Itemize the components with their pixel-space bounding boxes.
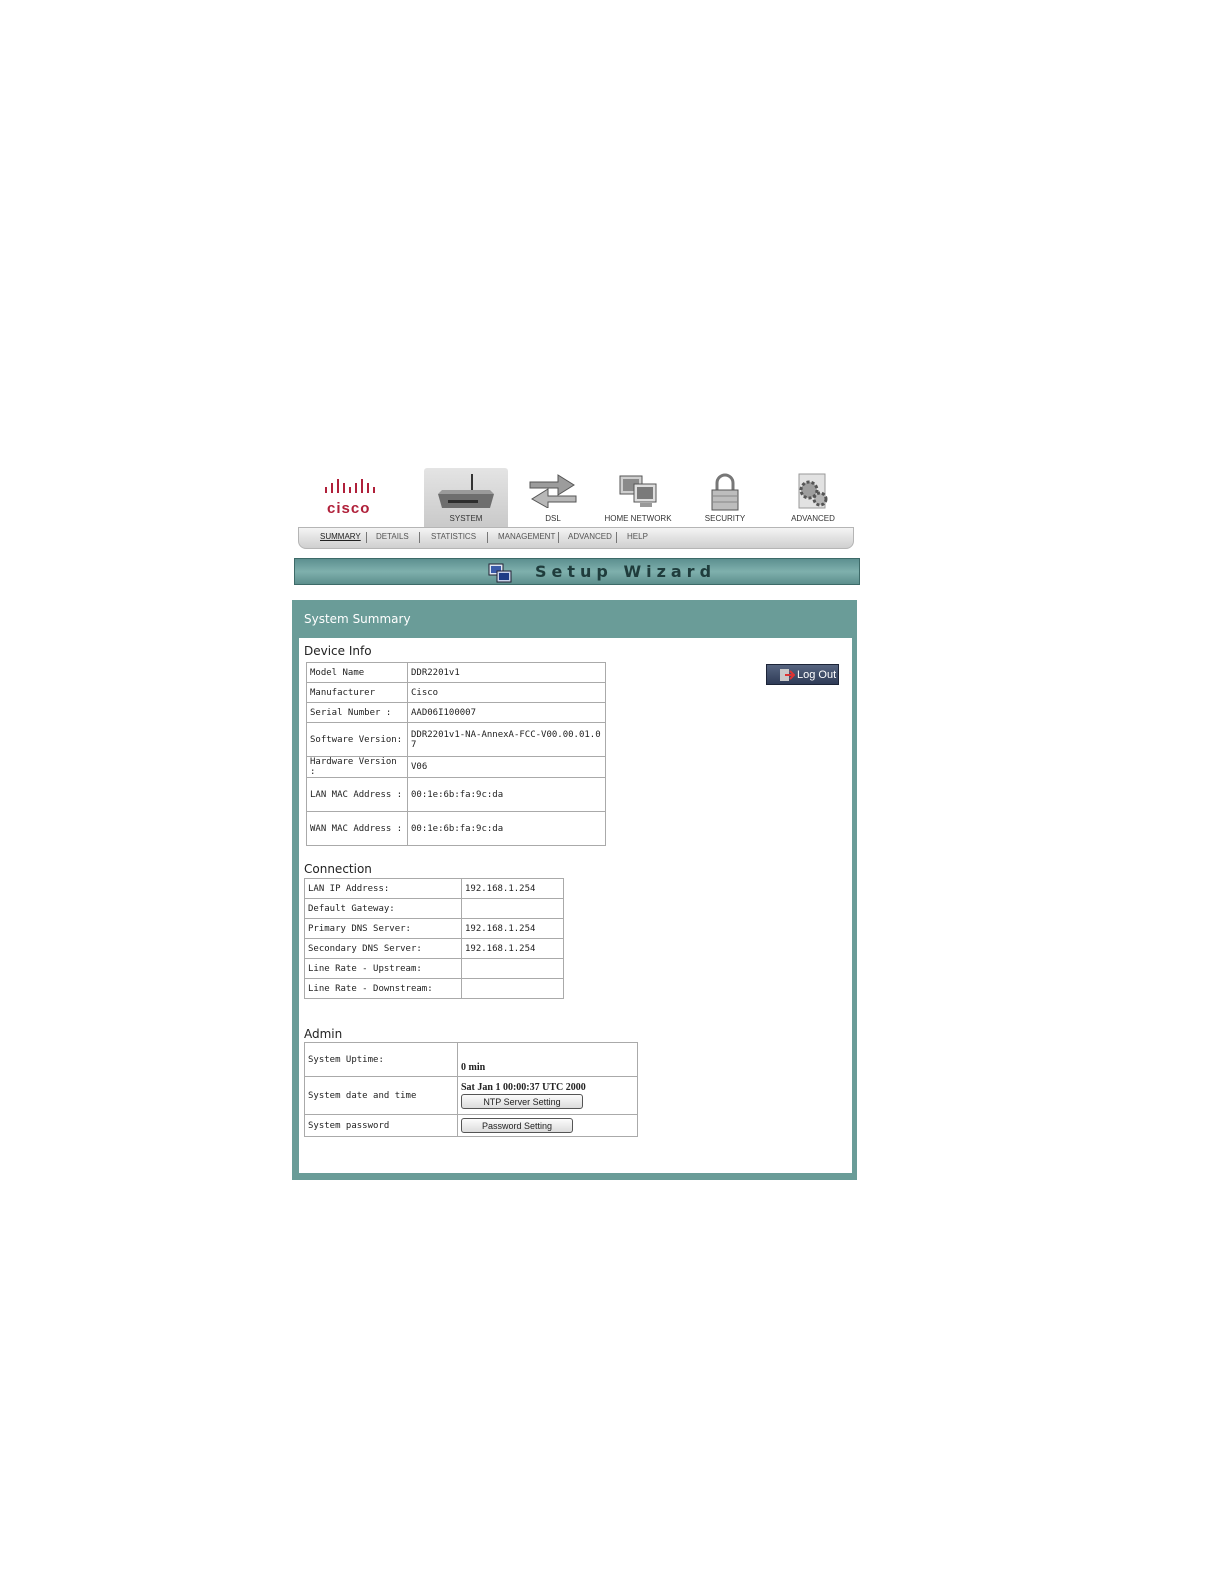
cisco-wordmark: cisco xyxy=(327,500,371,517)
connection-table: LAN IP Address: 192.168.1.254 Default Ga… xyxy=(304,878,564,999)
subnav-separator xyxy=(487,532,488,543)
system-datetime-cell: Sat Jan 1 00:00:37 UTC 2000 NTP Server S… xyxy=(457,1076,638,1115)
serial-number-value: AAD06I100007 xyxy=(407,702,606,723)
software-version-value: DDR2201v1-NA-AnnexA-FCC-V00.00.01.07 xyxy=(407,722,606,757)
system-password-cell: Password Setting xyxy=(457,1114,638,1137)
subnav-statistics[interactable]: STATISTICS xyxy=(431,532,476,541)
wan-mac-value: 00:1e:6b:fa:9c:da xyxy=(407,811,606,846)
subnav-details[interactable]: DETAILS xyxy=(376,532,409,541)
model-name-label: Model Name xyxy=(306,662,408,683)
lan-ip-value: 192.168.1.254 xyxy=(461,878,564,899)
top-navigation: cisco SYSTEM DSL HOME NETWORK SECURITY A… xyxy=(293,468,858,528)
table-row: Hardware Version : V06 xyxy=(306,756,606,778)
cisco-logo[interactable]: cisco xyxy=(323,478,383,523)
system-uptime-cell: 0 min xyxy=(457,1042,638,1077)
arrows-icon xyxy=(529,474,577,508)
table-row: Primary DNS Server: 192.168.1.254 xyxy=(304,918,564,939)
subnav-advanced[interactable]: ADVANCED xyxy=(568,532,612,541)
setup-wizard-bar[interactable]: Setup Wizard xyxy=(294,558,860,585)
line-rate-downstream-label: Line Rate - Downstream: xyxy=(304,978,462,999)
table-row: System password Password Setting xyxy=(304,1114,638,1137)
subnav-help[interactable]: HELP xyxy=(627,532,648,541)
secondary-dns-label: Secondary DNS Server: xyxy=(304,938,462,959)
computers-icon xyxy=(619,475,657,507)
table-row: Secondary DNS Server: 192.168.1.254 xyxy=(304,938,564,959)
table-row: Software Version: DDR2201v1-NA-AnnexA-FC… xyxy=(306,722,606,757)
system-uptime-value: 0 min xyxy=(461,1062,486,1073)
software-version-label: Software Version: xyxy=(306,722,408,757)
subnav-separator xyxy=(366,532,367,543)
model-name-value: DDR2201v1 xyxy=(407,662,606,683)
gears-icon xyxy=(798,473,828,509)
table-row: LAN MAC Address : 00:1e:6b:fa:9c:da xyxy=(306,777,606,812)
admin-title: Admin xyxy=(304,1027,343,1041)
tab-system[interactable]: SYSTEM xyxy=(424,468,508,528)
tab-home-network-label: HOME NETWORK xyxy=(604,514,672,523)
primary-dns-value: 192.168.1.254 xyxy=(461,918,564,939)
router-icon xyxy=(438,474,494,508)
system-uptime-label: System Uptime: xyxy=(304,1042,458,1077)
device-info-title: Device Info xyxy=(304,644,372,658)
connection-title: Connection xyxy=(304,862,372,876)
tab-security[interactable]: SECURITY xyxy=(685,468,765,528)
table-row: WAN MAC Address : 00:1e:6b:fa:9c:da xyxy=(306,811,606,846)
ntp-server-setting-button[interactable]: NTP Server Setting xyxy=(461,1094,583,1109)
password-setting-button[interactable]: Password Setting xyxy=(461,1118,573,1133)
table-row: Serial Number : AAD06I100007 xyxy=(306,702,606,723)
tab-system-label: SYSTEM xyxy=(449,514,483,523)
admin-table: System Uptime: 0 min System date and tim… xyxy=(304,1042,638,1137)
primary-dns-label: Primary DNS Server: xyxy=(304,918,462,939)
sub-navigation: SUMMARY DETAILS STATISTICS MANAGEMENT AD… xyxy=(298,527,854,549)
wan-mac-label: WAN MAC Address : xyxy=(306,811,408,846)
table-row: System date and time Sat Jan 1 00:00:37 … xyxy=(304,1076,638,1115)
tab-advanced[interactable]: ADVANCED xyxy=(773,468,853,528)
subnav-separator xyxy=(419,532,420,543)
tab-advanced-label: ADVANCED xyxy=(791,514,835,523)
tab-dsl[interactable]: DSL xyxy=(513,468,593,528)
subnav-separator xyxy=(616,532,617,543)
secondary-dns-value: 192.168.1.254 xyxy=(461,938,564,959)
subnav-management[interactable]: MANAGEMENT xyxy=(498,532,555,541)
system-datetime-label: System date and time xyxy=(304,1076,458,1115)
table-row: Default Gateway: xyxy=(304,898,564,919)
manufacturer-label: Manufacturer xyxy=(306,682,408,703)
table-row: Model Name DDR2201v1 xyxy=(306,662,606,683)
logout-icon xyxy=(780,669,795,681)
hardware-version-label: Hardware Version : xyxy=(306,756,408,778)
system-datetime-value: Sat Jan 1 00:00:37 UTC 2000 xyxy=(461,1082,586,1093)
line-rate-upstream-label: Line Rate - Upstream: xyxy=(304,958,462,979)
default-gateway-label: Default Gateway: xyxy=(304,898,462,919)
serial-number-label: Serial Number : xyxy=(306,702,408,723)
hardware-version-value: V06 xyxy=(407,756,606,778)
tab-home-network[interactable]: HOME NETWORK xyxy=(598,468,678,528)
line-rate-downstream-value xyxy=(461,978,564,999)
table-row: Manufacturer Cisco xyxy=(306,682,606,703)
logout-button[interactable]: Log Out xyxy=(766,664,839,685)
tab-dsl-label: DSL xyxy=(545,514,561,523)
cisco-bars-icon xyxy=(325,479,375,493)
setup-wizard-label: Setup Wizard xyxy=(535,562,717,581)
table-row: Line Rate - Downstream: xyxy=(304,978,564,999)
lan-ip-label: LAN IP Address: xyxy=(304,878,462,899)
device-info-table: Model Name DDR2201v1 Manufacturer Cisco … xyxy=(306,662,606,846)
table-row: LAN IP Address: 192.168.1.254 xyxy=(304,878,564,899)
tab-security-label: SECURITY xyxy=(704,514,746,523)
subnav-summary[interactable]: SUMMARY xyxy=(320,532,361,541)
wizard-icon xyxy=(488,563,512,583)
system-password-label: System password xyxy=(304,1114,458,1137)
panel-title: System Summary xyxy=(304,612,411,626)
panel-body: Log Out Device Info Model Name DDR2201v1… xyxy=(299,638,852,1173)
table-row: Line Rate - Upstream: xyxy=(304,958,564,979)
lan-mac-label: LAN MAC Address : xyxy=(306,777,408,812)
table-row: System Uptime: 0 min xyxy=(304,1042,638,1077)
lan-mac-value: 00:1e:6b:fa:9c:da xyxy=(407,777,606,812)
manufacturer-value: Cisco xyxy=(407,682,606,703)
line-rate-upstream-value xyxy=(461,958,564,979)
padlock-icon xyxy=(711,473,739,511)
system-summary-panel: System Summary Log Out Device Info Model… xyxy=(292,600,857,1180)
logout-label: Log Out xyxy=(797,669,837,681)
subnav-separator xyxy=(558,532,559,543)
default-gateway-value xyxy=(461,898,564,919)
